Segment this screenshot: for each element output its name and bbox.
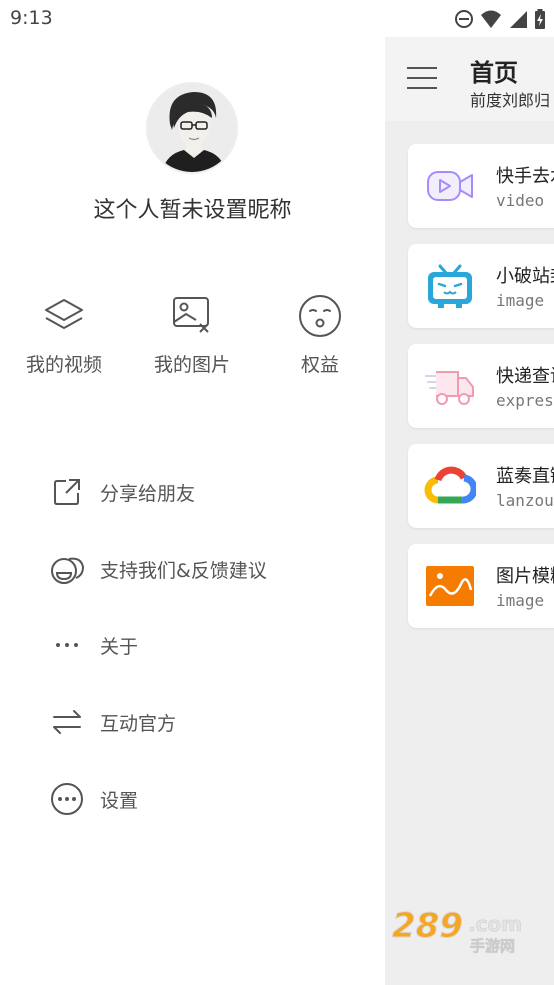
- video-camera-icon: [427, 171, 473, 201]
- landscape-image-icon: [426, 566, 474, 606]
- quick-label: 权益: [300, 354, 339, 376]
- face-icon: [299, 295, 341, 337]
- menu-feedback[interactable]: 支持我们&反馈建议: [48, 546, 267, 592]
- tool-card-name: 蓝奏直链: [496, 466, 554, 487]
- menu-about[interactable]: 关于: [48, 622, 138, 668]
- google-cloud-icon: [424, 466, 476, 504]
- tool-card-name: 小破站封: [496, 266, 554, 287]
- tool-card-sub: video: [496, 191, 545, 210]
- menu-label: 互动官方: [100, 712, 177, 735]
- tool-card-name: 图片模糊: [496, 566, 554, 587]
- menu-label: 关于: [100, 635, 139, 658]
- battery-charging-icon: [535, 9, 545, 29]
- watermark-number: 289: [392, 906, 463, 946]
- quick-label: 我的图片: [153, 354, 230, 376]
- tool-card-lanzou[interactable]: 蓝奏直链 lanzou: [408, 444, 554, 528]
- menu-label: 设置: [100, 789, 139, 812]
- do-not-disturb-icon: [455, 10, 473, 28]
- signal-icon: [510, 11, 527, 28]
- quick-rights[interactable]: 权益: [265, 292, 375, 377]
- share-external-icon: [48, 473, 86, 511]
- feedback-icon: [48, 550, 86, 588]
- tool-card-name: 快手去水: [496, 166, 554, 187]
- delivery-truck-icon: [425, 371, 474, 405]
- app-bar: 首页 前度刘郎归: [385, 37, 554, 121]
- watermark-suffix: .com: [468, 912, 522, 936]
- menu-settings[interactable]: 设置: [48, 776, 138, 822]
- avatar[interactable]: [146, 82, 238, 174]
- quick-my-videos[interactable]: 我的视频: [9, 292, 119, 377]
- layers-icon: [45, 299, 83, 329]
- menu-label: 支持我们&反馈建议: [100, 559, 267, 582]
- swap-arrows-icon: [48, 703, 86, 741]
- more-circle-icon: [48, 780, 86, 818]
- tool-card-sub: express: [496, 391, 554, 410]
- navigation-drawer: 这个人暂未设置昵称 我的视频 我的图片 权益 分享给朋友 支持我们&反馈建议 关…: [0, 37, 385, 985]
- tool-card-sub: image: [496, 291, 545, 310]
- tool-card-video[interactable]: 快手去水 video: [408, 144, 554, 228]
- tool-card-sub: image: [496, 591, 545, 610]
- status-time: 9:13: [10, 7, 53, 29]
- menu-share[interactable]: 分享给朋友: [48, 469, 195, 515]
- quick-my-images[interactable]: 我的图片: [137, 292, 247, 377]
- status-icons: [454, 8, 546, 30]
- nickname: 这个人暂未设置昵称: [93, 198, 292, 223]
- tool-card-name: 快递查询: [496, 366, 554, 387]
- tool-card-blur[interactable]: 图片模糊 image: [408, 544, 554, 628]
- avatar-illustration: [148, 84, 236, 172]
- bilibili-tv-icon: [428, 264, 472, 308]
- image-remove-icon: [173, 297, 209, 333]
- more-dots-icon: [48, 626, 86, 664]
- page-subtitle: 前度刘郎归: [470, 91, 551, 110]
- tool-card-bilibili[interactable]: 小破站封 image: [408, 244, 554, 328]
- wifi-icon: [481, 10, 501, 28]
- tool-card-sub: lanzou: [496, 491, 554, 510]
- quick-label: 我的视频: [25, 354, 102, 376]
- menu-hamburger-icon[interactable]: [407, 67, 441, 93]
- tool-card-express[interactable]: 快递查询 express: [408, 344, 554, 428]
- menu-interact[interactable]: 互动官方: [48, 699, 176, 745]
- site-watermark-logo: 289 .com 手游网: [390, 905, 535, 956]
- main-page: 首页 前度刘郎归 快手去水 video 小破站封 image: [385, 37, 554, 985]
- watermark-caption: 手游网: [470, 937, 515, 955]
- page-title: 首页: [470, 59, 518, 87]
- status-bar: 9:13: [0, 0, 554, 37]
- menu-label: 分享给朋友: [100, 482, 196, 505]
